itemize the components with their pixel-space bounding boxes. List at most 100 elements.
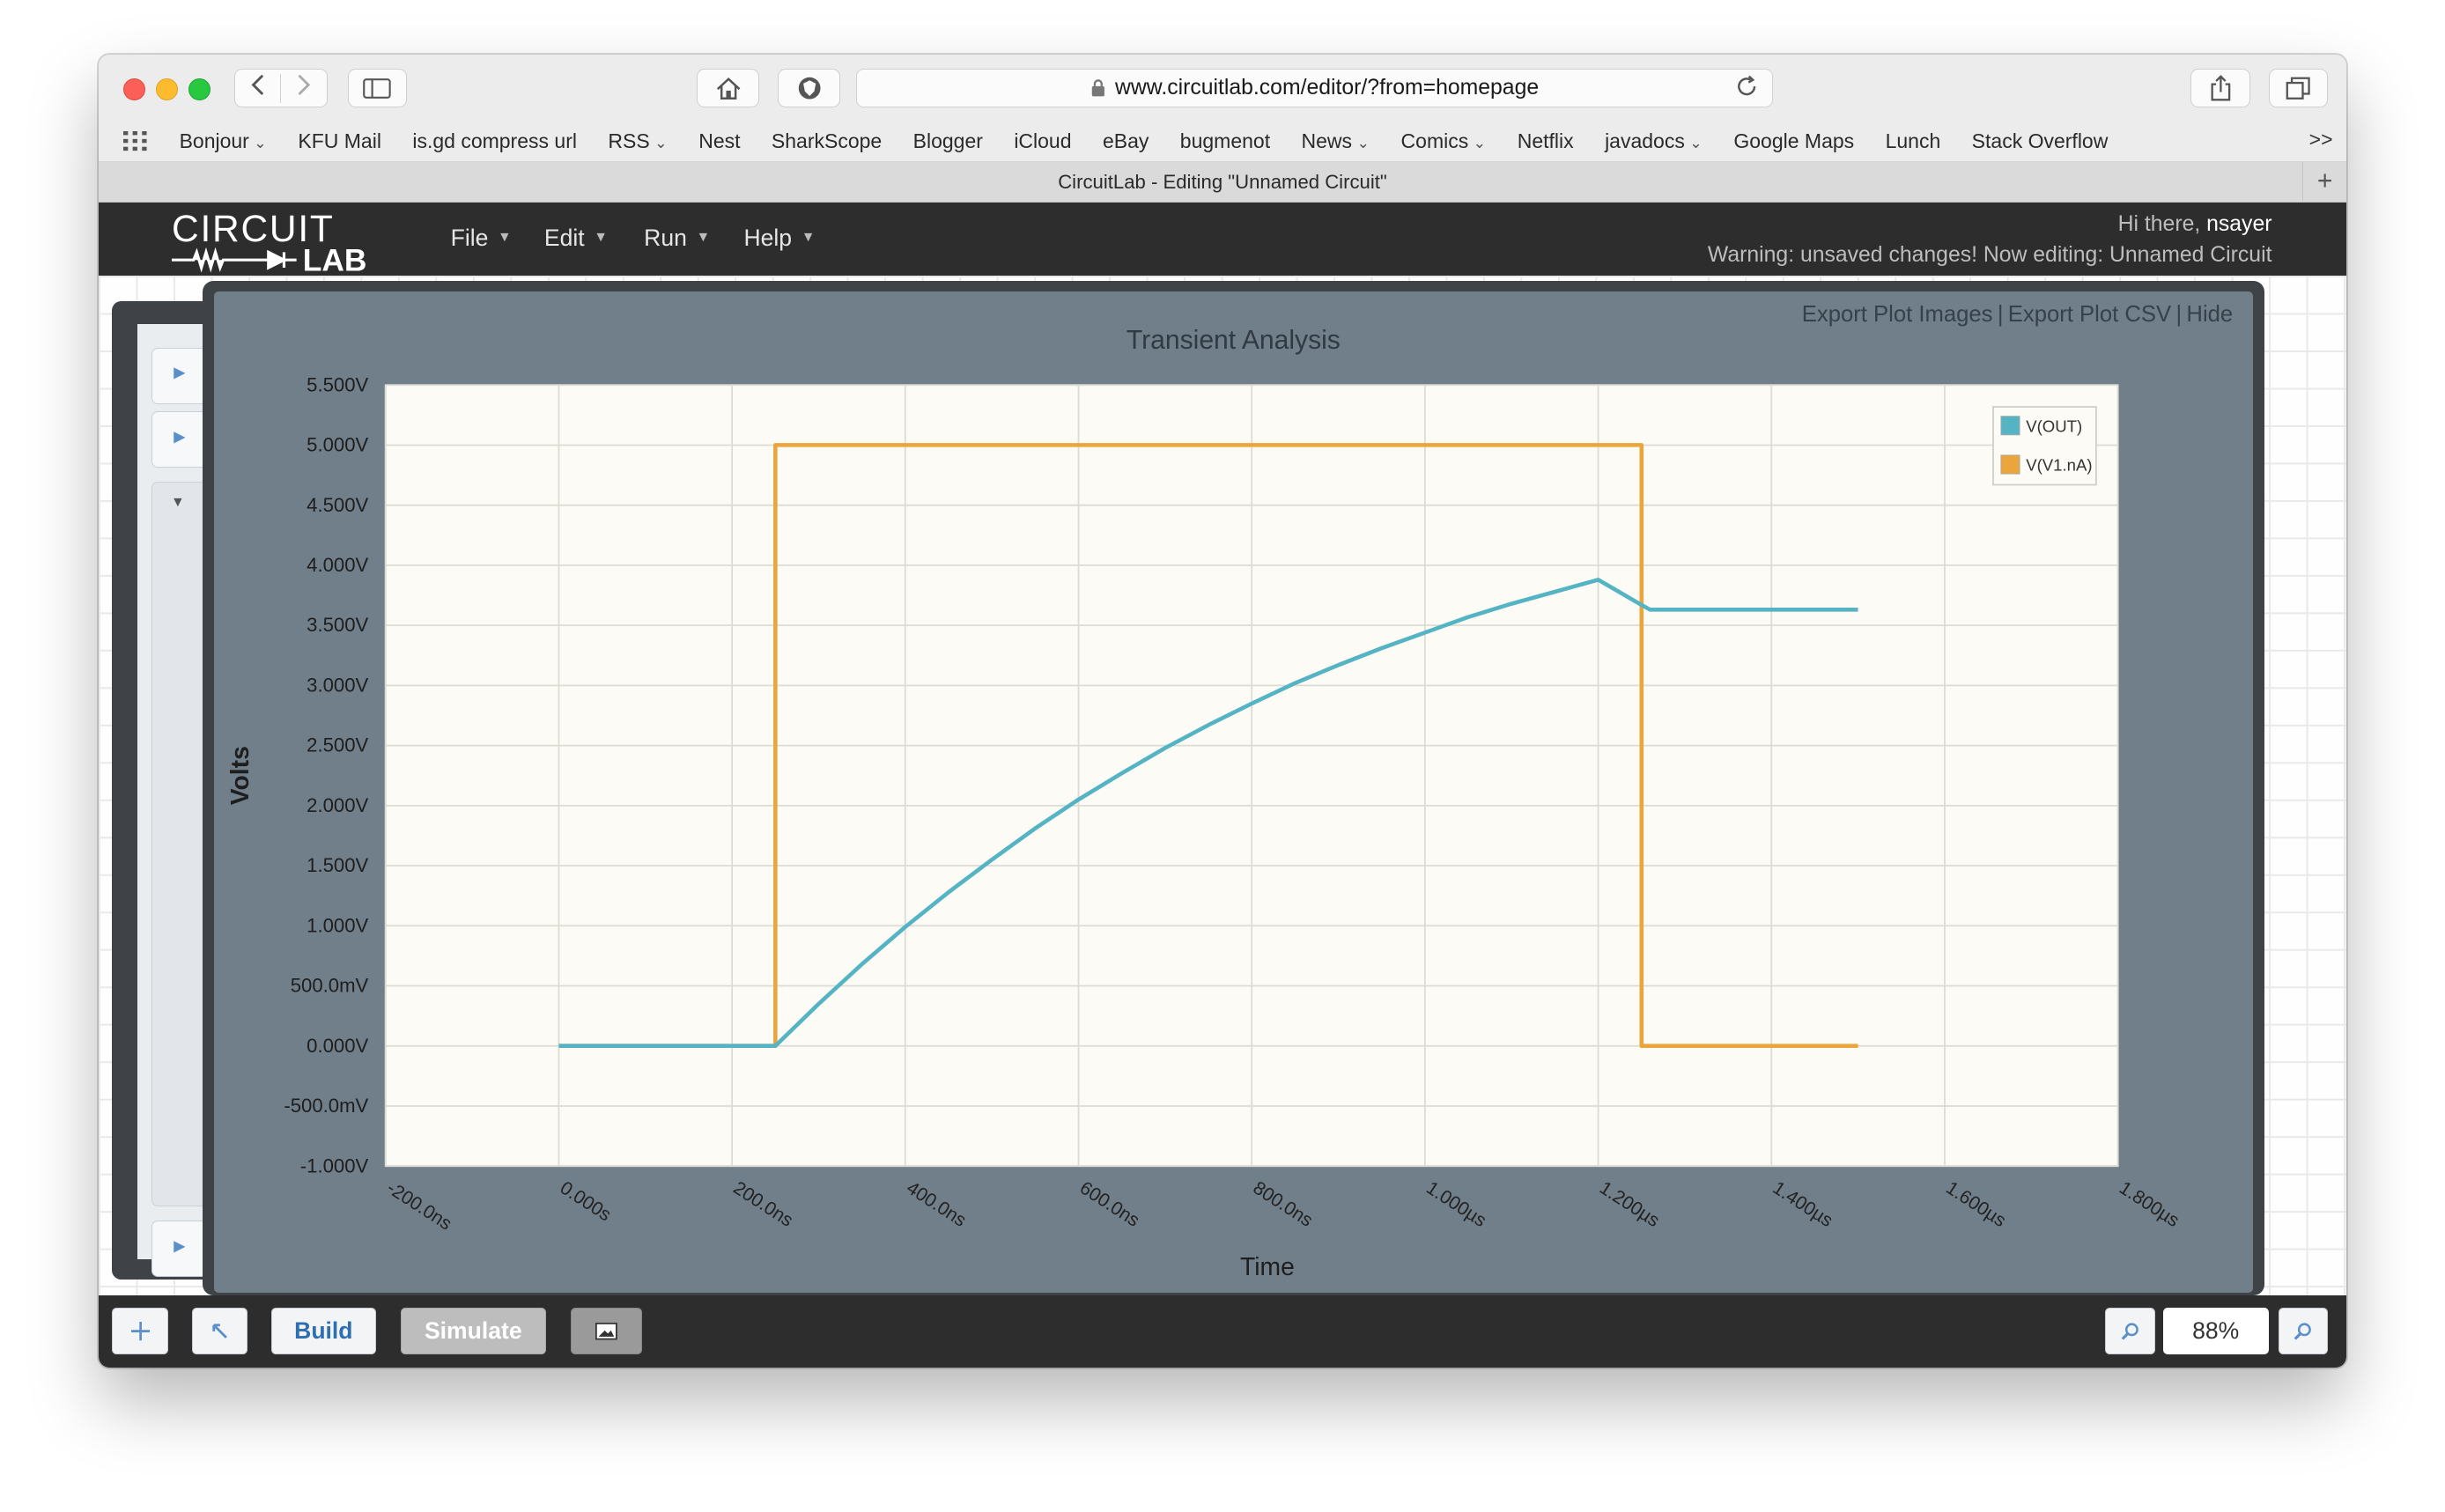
x-tick-label: 1.800µs xyxy=(2115,1177,2183,1232)
zoom-in-icon xyxy=(2294,1323,2312,1340)
x-tick-label: 1.200µs xyxy=(1595,1177,1663,1232)
bookmark-item[interactable]: bugmenot xyxy=(1180,129,1270,153)
bookmark-label: Stack Overflow xyxy=(1971,129,2109,153)
sidebar-toggle-button[interactable] xyxy=(347,68,408,108)
menu-file-label: File xyxy=(450,224,489,251)
username-link[interactable]: nsayer xyxy=(2206,212,2271,236)
y-tick-label: -500.0mV xyxy=(284,1095,368,1117)
plus-icon: + xyxy=(2316,166,2333,196)
menu-edit[interactable]: Edit ▼ xyxy=(544,225,608,252)
transient-chart[interactable]: -200.0ns 0.000s 200.0ns 400.0ns 600.0ns 800.0… xyxy=(214,291,2254,1293)
x-tick-label: 1.000µs xyxy=(1422,1177,1490,1232)
tabs-overview-button[interactable] xyxy=(2268,68,2329,108)
export-image-button[interactable] xyxy=(570,1308,643,1355)
y-tick-label: 2.500V xyxy=(307,734,368,756)
zoom-out-icon xyxy=(2121,1323,2138,1340)
circuitlab-logo[interactable]: CIRCUIT LAB xyxy=(171,207,413,273)
bookmark-item[interactable]: Blogger xyxy=(913,129,983,153)
schematic-canvas[interactable]: ▶D ▶D ▼ T S C ▶P Export Plot Images|Expo… xyxy=(98,276,2347,1296)
lock-icon xyxy=(1091,79,1104,97)
extension-button[interactable] xyxy=(778,68,841,108)
y-tick-label: -1.000V xyxy=(299,1154,368,1176)
menu-help-label: Help xyxy=(743,224,793,251)
bookmark-item[interactable]: Bonjour ⌄ xyxy=(180,129,267,153)
bookmark-label: Netflix xyxy=(1517,129,1574,153)
zoom-level[interactable]: 88% xyxy=(2162,1308,2269,1355)
menu-edit-label: Edit xyxy=(543,224,585,251)
y-tick-label: 5.500V xyxy=(307,373,368,395)
home-icon xyxy=(716,77,741,100)
bookmark-item[interactable]: Lunch xyxy=(1886,129,1941,153)
bookmark-label: javadocs xyxy=(1605,129,1685,153)
bookmark-item[interactable]: Netflix xyxy=(1518,129,1574,153)
bookmark-label: News xyxy=(1301,129,1353,153)
simulate-button[interactable]: Simulate xyxy=(400,1308,546,1355)
apps-grid-icon[interactable] xyxy=(122,131,148,151)
caret-down-icon: ▼ xyxy=(498,230,512,246)
image-icon xyxy=(595,1323,618,1340)
zoom-in-button[interactable] xyxy=(2278,1308,2329,1355)
zoom-out-button[interactable] xyxy=(2105,1308,2155,1355)
y-axis-label: Volts xyxy=(225,746,254,805)
chevron-down-icon: ⌄ xyxy=(654,134,668,152)
close-window-button[interactable] xyxy=(122,77,145,100)
select-button[interactable] xyxy=(191,1308,248,1355)
plot-modal: Export Plot Images | Export Plot CSV | Hide … xyxy=(203,280,2264,1296)
bookmark-item[interactable]: Stack Overflow xyxy=(1972,129,2109,153)
greeting-text: Hi there, xyxy=(2117,211,2201,236)
forward-icon[interactable] xyxy=(281,74,327,103)
bookmark-item[interactable]: Comics ⌄ xyxy=(1401,129,1487,153)
y-tick-label: 3.000V xyxy=(307,674,368,696)
y-tick-label: 1.500V xyxy=(307,854,368,876)
y-tick-label: 500.0mV xyxy=(290,975,368,997)
address-bar[interactable]: www.circuitlab.com/editor/?from=homepage xyxy=(855,68,1773,108)
new-tab-button[interactable]: + xyxy=(2301,162,2347,202)
x-tick-label: 0.000s xyxy=(556,1177,615,1226)
menu-run[interactable]: Run ▼ xyxy=(644,225,710,252)
x-tick-label: 200.0ns xyxy=(729,1177,796,1231)
user-greeting: Hi there, nsayer xyxy=(2118,212,2272,237)
back-icon[interactable] xyxy=(235,73,282,103)
bookmark-item[interactable]: RSS ⌄ xyxy=(608,129,667,153)
bookmark-item[interactable]: iCloud xyxy=(1014,129,1071,153)
bookmark-item[interactable]: eBay xyxy=(1103,129,1149,153)
bookmark-item[interactable]: News ⌄ xyxy=(1302,129,1370,153)
bookmark-item[interactable]: KFU Mail xyxy=(298,129,381,153)
maximize-window-button[interactable] xyxy=(188,77,211,100)
plot-panel: Export Plot Images | Export Plot CSV | Hide … xyxy=(213,291,2254,1293)
home-button[interactable] xyxy=(697,68,760,108)
url-text: www.circuitlab.com/editor/?from=homepage xyxy=(1115,76,1540,100)
bookmark-label: Comics xyxy=(1400,129,1469,153)
reload-icon[interactable] xyxy=(1734,74,1759,99)
caret-right-icon: ▶ xyxy=(174,430,185,446)
menu-help[interactable]: Help ▼ xyxy=(743,225,815,252)
legend-label: V(OUT) xyxy=(2026,417,2082,435)
bookmark-label: SharkScope xyxy=(771,129,883,153)
sidebar-icon xyxy=(363,77,392,99)
bookmark-label: iCloud xyxy=(1014,129,1072,153)
tab-bar: CircuitLab - Editing "Unnamed Circuit" + xyxy=(98,162,2347,203)
bookmark-label: Blogger xyxy=(912,129,983,153)
menu-run-label: Run xyxy=(644,224,687,251)
y-tick-label: 5.000V xyxy=(307,434,368,456)
bookmark-label: Lunch xyxy=(1885,129,1941,153)
pointer-icon xyxy=(212,1324,227,1339)
bookmark-label: RSS xyxy=(608,129,650,153)
share-icon xyxy=(2211,75,2230,101)
bookmark-item[interactable]: Google Maps xyxy=(1733,129,1854,153)
bookmark-item[interactable]: Nest xyxy=(698,129,740,153)
share-button[interactable] xyxy=(2190,68,2250,108)
bookmark-item[interactable]: javadocs ⌄ xyxy=(1605,129,1703,153)
tab-active[interactable]: CircuitLab - Editing "Unnamed Circuit" xyxy=(1058,171,1387,194)
y-tick-label: 0.000V xyxy=(307,1035,368,1057)
y-tick-label: 4.500V xyxy=(307,494,368,516)
menu-file[interactable]: File ▼ xyxy=(451,225,512,252)
legend-label: V(V1.nA) xyxy=(2026,456,2092,475)
bookmark-item[interactable]: is.gd compress url xyxy=(412,129,577,153)
bookmark-item[interactable]: SharkScope xyxy=(772,129,882,153)
bookmarks-overflow-button[interactable]: >> xyxy=(2309,128,2333,151)
build-button[interactable]: Build xyxy=(271,1308,376,1355)
chevron-down-icon: ⌄ xyxy=(1473,134,1487,152)
minimize-window-button[interactable] xyxy=(156,77,179,100)
pan-button[interactable] xyxy=(112,1308,169,1355)
